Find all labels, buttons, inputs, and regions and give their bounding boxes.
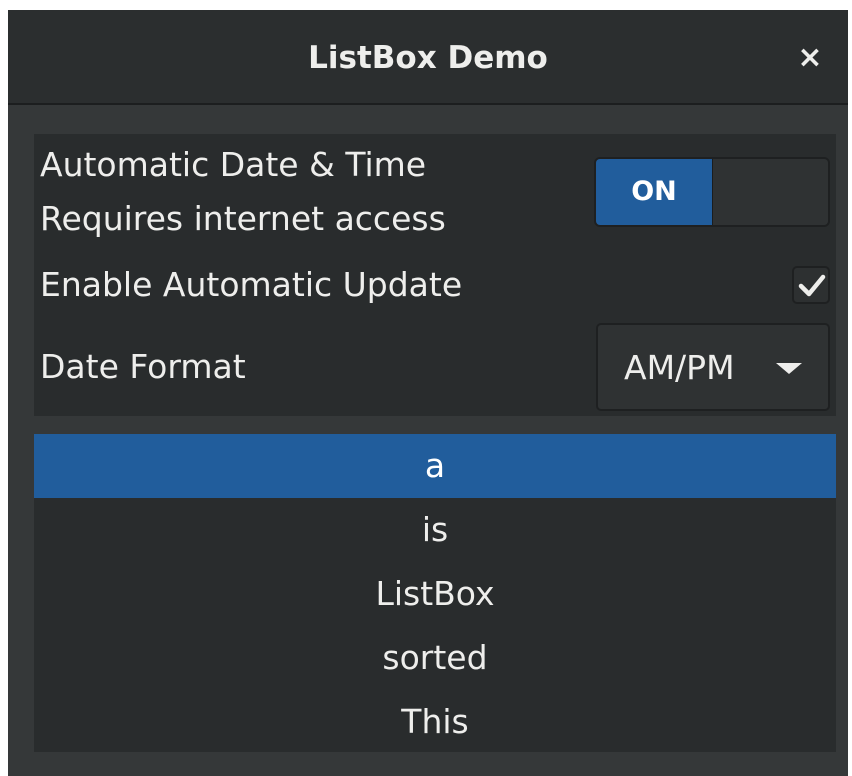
- list-item[interactable]: This: [34, 690, 836, 752]
- auto-update-label: Enable Automatic Update: [40, 265, 463, 304]
- listbox-demo-window: ListBox Demo × Automatic Date & Time Req…: [8, 10, 848, 776]
- list-item[interactable]: sorted: [34, 626, 836, 690]
- auto-datetime-switch[interactable]: ON: [594, 157, 830, 227]
- window-title: ListBox Demo: [308, 40, 548, 76]
- chevron-down-icon: [776, 363, 802, 374]
- switch-on-label: ON: [596, 159, 712, 225]
- close-button[interactable]: ×: [788, 36, 832, 80]
- sorted-listbox[interactable]: a is ListBox sorted This: [34, 434, 836, 752]
- check-icon: [798, 274, 826, 297]
- auto-update-checkbox[interactable]: [792, 266, 830, 304]
- date-format-label: Date Format: [40, 347, 246, 386]
- close-icon: ×: [797, 40, 823, 75]
- list-item[interactable]: a: [34, 434, 836, 498]
- switch-knob: [712, 159, 828, 225]
- list-item[interactable]: ListBox: [34, 562, 836, 626]
- list-item[interactable]: is: [34, 498, 836, 562]
- titlebar: ListBox Demo ×: [8, 10, 848, 105]
- auto-datetime-sublabel: Requires internet access: [40, 199, 446, 238]
- date-format-dropdown[interactable]: AM/PM: [596, 323, 830, 411]
- date-format-value: AM/PM: [624, 348, 735, 387]
- auto-datetime-label: Automatic Date & Time: [40, 145, 427, 184]
- settings-panel: Automatic Date & Time Requires internet …: [34, 134, 836, 416]
